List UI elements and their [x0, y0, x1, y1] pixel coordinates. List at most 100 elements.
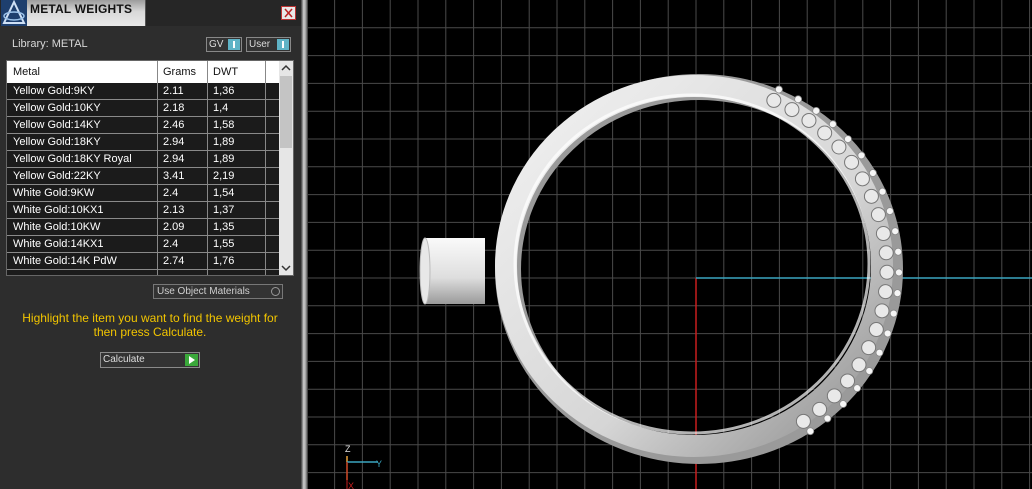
- prong: [839, 400, 848, 408]
- metal-cell: White Gold:9KW: [13, 187, 95, 199]
- prong: [844, 135, 852, 144]
- scroll-up-arrow-icon[interactable]: [279, 61, 293, 75]
- table-row[interactable]: White Gold:14KX1 2.4 1,55: [7, 236, 279, 253]
- gizmo-x-label: X: [348, 481, 354, 489]
- table-row[interactable]: Yellow Gold:9KY 2.11 1,36: [7, 83, 279, 100]
- ring-model: [495, 74, 903, 464]
- grams-cell: 2.4: [163, 187, 179, 199]
- gv-toggle[interactable]: GV: [206, 37, 242, 52]
- panel-titlebar: METAL WEIGHTS: [0, 0, 301, 26]
- table-row[interactable]: White Gold:9KW 2.4 1,54: [7, 185, 279, 202]
- metal-cell: Yellow Gold:14KY: [13, 119, 101, 131]
- prong: [883, 329, 892, 338]
- prong: [794, 95, 803, 104]
- viewport-canvas[interactable]: Z Y X: [308, 0, 1032, 489]
- panel-splitter[interactable]: [301, 0, 308, 489]
- stone-setting: [875, 226, 891, 242]
- calculate-button[interactable]: Calculate: [100, 352, 200, 368]
- dwt-cell: 1,37: [213, 204, 235, 216]
- close-button[interactable]: [281, 6, 296, 20]
- table-header: Metal Grams DWT: [7, 61, 279, 83]
- dwt-cell: 1,36: [213, 85, 235, 97]
- table-row[interactable]: Yellow Gold:18KY 2.94 1,89: [7, 134, 279, 151]
- column-header-dwt[interactable]: DWT: [213, 66, 238, 78]
- grams-cell: 2.13: [163, 204, 185, 216]
- stone-setting: [831, 139, 847, 155]
- use-object-materials-toggle[interactable]: Use Object Materials: [153, 284, 283, 299]
- metal-cell: Yellow Gold:18KY: [13, 136, 101, 148]
- dwt-cell: 1,55: [213, 238, 235, 250]
- stone-setting: [878, 245, 894, 261]
- table-row[interactable]: Yellow Gold:14KY 2.46 1,58: [7, 117, 279, 134]
- stone-setting: [840, 373, 856, 389]
- library-label: Library: METAL: [12, 38, 88, 50]
- radio-indicator-icon: [271, 287, 280, 296]
- stone-setting: [870, 207, 886, 223]
- prong: [891, 227, 900, 236]
- stone-setting: [863, 188, 879, 204]
- dwt-cell: 1,35: [213, 221, 235, 233]
- toggle-indicator-icon: [228, 39, 240, 50]
- dwt-cell: 1,4: [213, 102, 229, 114]
- grams-cell: 2.46: [163, 119, 185, 131]
- column-header-grams[interactable]: Grams: [163, 66, 196, 78]
- table-row[interactable]: Yellow Gold:18KY Royal 2.94 1,89: [7, 151, 279, 168]
- stone-setting: [874, 303, 890, 319]
- prong: [828, 120, 837, 129]
- gv-toggle-label: GV: [209, 39, 224, 50]
- stone-setting: [868, 322, 884, 338]
- table-row-partial[interactable]: [7, 270, 279, 275]
- prong: [889, 309, 898, 318]
- table-row[interactable]: Yellow Gold:22KY 3.41 2,19: [7, 168, 279, 185]
- scrollbar-thumb[interactable]: [280, 76, 292, 148]
- user-toggle[interactable]: User: [246, 37, 291, 52]
- table-row[interactable]: White Gold:10KX1 2.13 1,37: [7, 202, 279, 219]
- prong: [886, 207, 894, 216]
- table-scrollbar[interactable]: [279, 61, 293, 275]
- stone-setting: [766, 92, 782, 108]
- grams-cell: 2.4: [163, 238, 179, 250]
- instructions-text: Highlight the item you want to find the …: [22, 311, 278, 339]
- prong: [894, 247, 903, 256]
- prong: [853, 384, 862, 393]
- metal-weights-panel: METAL WEIGHTS Library: METAL GV User Met…: [0, 0, 301, 489]
- grams-cell: 2.11: [163, 85, 184, 97]
- stone-setting: [878, 284, 894, 300]
- dwt-cell: 1,76: [213, 255, 235, 267]
- prong: [875, 348, 884, 357]
- column-header-metal[interactable]: Metal: [13, 66, 40, 78]
- table-row[interactable]: Yellow Gold:10KY 2.18 1,4: [7, 100, 279, 117]
- app-logo-icon: [1, 0, 27, 26]
- prong: [865, 367, 874, 375]
- dwt-cell: 1,89: [213, 136, 235, 148]
- dwt-cell: 2,19: [213, 170, 235, 182]
- metal-cell: Yellow Gold:18KY Royal: [13, 153, 132, 165]
- prong: [857, 151, 866, 160]
- dwt-cell: 1,54: [213, 187, 235, 199]
- stone-setting: [861, 340, 877, 356]
- stone-setting: [812, 401, 828, 417]
- stone-setting: [826, 388, 842, 404]
- prong: [869, 169, 877, 177]
- close-icon: [284, 8, 293, 18]
- calculate-label: Calculate: [103, 354, 145, 365]
- grams-cell: 2.94: [163, 153, 185, 165]
- panel-title: METAL WEIGHTS: [30, 2, 133, 16]
- grams-cell: 2.09: [163, 221, 185, 233]
- metal-weights-table: Metal Grams DWT Yellow Gold:9KY 2.11 1,36 Y…: [6, 60, 294, 276]
- table-row[interactable]: White Gold:10KW 2.09 1,35: [7, 219, 279, 236]
- prong: [823, 414, 832, 423]
- scroll-down-arrow-icon[interactable]: [279, 261, 293, 275]
- metal-cell: Yellow Gold:9KY: [13, 85, 95, 97]
- metal-cell: White Gold:10KX1: [13, 204, 104, 216]
- grams-cell: 2.18: [163, 102, 185, 114]
- stone-setting: [801, 112, 817, 128]
- grams-cell: 2.74: [163, 255, 185, 267]
- stone-setting: [851, 357, 867, 373]
- table-row[interactable]: White Gold:14K PdW 2.74 1,76: [7, 253, 279, 270]
- viewport-grid: [308, 0, 1032, 489]
- 3d-viewport[interactable]: Z Y X: [308, 0, 1032, 489]
- ring-stand-cylinder: [419, 237, 485, 305]
- prong: [895, 268, 903, 277]
- metal-cell: Yellow Gold:10KY: [13, 102, 101, 114]
